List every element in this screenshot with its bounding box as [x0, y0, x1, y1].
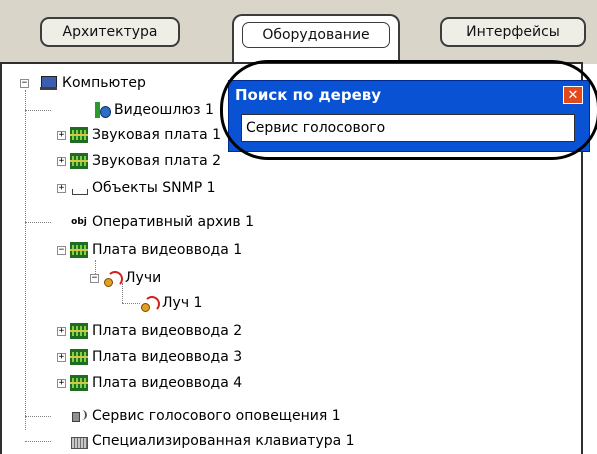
tree-item-computer[interactable]: Компьютер — [40, 72, 146, 94]
collapse-toggle[interactable]: − — [20, 79, 29, 88]
tree-item-label: Плата видеоввода 1 — [92, 242, 243, 258]
tree-item-special-keyboard[interactable]: Специализированная клавиатура 1 — [70, 430, 355, 452]
tab-equipment-label: Оборудование — [262, 27, 370, 43]
tree-item-label: Плата видеоввода 3 — [92, 349, 243, 365]
tree-line — [95, 260, 96, 274]
tree-item-video-input-4[interactable]: Плата видеоввода 4 — [70, 372, 242, 394]
tree-item-label: Звуковая плата 1 — [92, 127, 222, 143]
tree-item-label: Плата видеоввода 4 — [92, 375, 243, 391]
board-icon — [70, 375, 88, 391]
tab-equipment-inner: Оборудование — [242, 22, 390, 48]
dialog-title: Поиск по дереву — [235, 86, 382, 104]
tree-item-label: Лучи — [125, 270, 162, 286]
tree-line — [25, 222, 51, 223]
speaker-icon — [70, 408, 88, 424]
tree-item-label: Видеошлюз 1 — [114, 102, 214, 118]
tab-interfaces-label: Интерфейсы — [466, 24, 560, 40]
tree-item-operative-archive[interactable]: obj Оперативный архив 1 — [70, 211, 254, 233]
tree-line — [25, 441, 51, 442]
expand-toggle[interactable]: + — [57, 157, 66, 166]
computer-icon — [40, 75, 58, 91]
tree-item-sound-card-1[interactable]: Звуковая плата 1 — [70, 124, 221, 146]
tree-item-label: Луч 1 — [162, 295, 203, 311]
ray-icon — [140, 295, 160, 312]
tab-interfaces[interactable]: Интерфейсы — [440, 17, 586, 47]
close-icon[interactable]: ✕ — [563, 86, 583, 104]
tree-item-video-input-2[interactable]: Плата видеоввода 2 — [70, 320, 242, 342]
expand-toggle[interactable]: + — [57, 379, 66, 388]
expand-toggle[interactable]: + — [57, 184, 66, 193]
tab-equipment[interactable]: Оборудование — [232, 14, 400, 64]
tree-item-label: Объекты SNMP 1 — [92, 180, 216, 196]
snmp-icon — [70, 180, 88, 196]
tree-item-label: Оперативный архив 1 — [92, 214, 254, 230]
tree-item-label: Сервис голосового оповещения 1 — [92, 408, 341, 424]
tree-line — [25, 416, 51, 417]
search-input[interactable] — [241, 114, 575, 142]
keyboard-icon — [70, 433, 88, 449]
expand-toggle[interactable]: + — [57, 353, 66, 362]
collapse-toggle[interactable]: − — [90, 274, 99, 283]
gateway-icon — [92, 102, 111, 118]
tree-item-snmp-objects[interactable]: Объекты SNMP 1 — [70, 177, 216, 199]
tree-item-video-gateway[interactable]: Видеошлюз 1 — [92, 99, 214, 121]
tree-item-rays[interactable]: Лучи — [103, 267, 161, 289]
tree-item-ray-1[interactable]: Луч 1 — [140, 292, 202, 314]
tree-line — [25, 110, 51, 111]
tree-item-sound-card-2[interactable]: Звуковая плата 2 — [70, 150, 221, 172]
tree-item-video-input-3[interactable]: Плата видеоввода 3 — [70, 346, 242, 368]
tab-bar: Архитектура Оборудование Интерфейсы — [0, 0, 597, 64]
tree-search-dialog: Поиск по дереву ✕ — [228, 80, 590, 152]
board-icon — [70, 127, 88, 143]
board-icon — [70, 323, 88, 339]
obj-icon: obj — [71, 217, 87, 227]
tree-item-voice-notification[interactable]: Сервис голосового оповещения 1 — [70, 405, 341, 427]
board-icon — [70, 349, 88, 365]
tree-line — [25, 90, 26, 430]
tree-item-label: Компьютер — [62, 75, 146, 91]
tree-item-video-input-1[interactable]: Плата видеоввода 1 — [70, 239, 242, 261]
tree-item-label: Плата видеоввода 2 — [92, 323, 243, 339]
tree-item-label: Звуковая плата 2 — [92, 153, 222, 169]
board-icon — [70, 242, 88, 258]
expand-toggle[interactable]: + — [57, 327, 66, 336]
expand-toggle[interactable]: + — [57, 131, 66, 140]
tree-line — [122, 303, 140, 304]
tab-architecture-label: Архитектура — [62, 24, 158, 40]
tree-item-label: Специализированная клавиатура 1 — [92, 433, 355, 449]
board-icon — [70, 153, 88, 169]
tab-architecture[interactable]: Архитектура — [40, 17, 180, 47]
ray-icon — [103, 270, 123, 287]
collapse-toggle[interactable]: − — [57, 246, 66, 255]
